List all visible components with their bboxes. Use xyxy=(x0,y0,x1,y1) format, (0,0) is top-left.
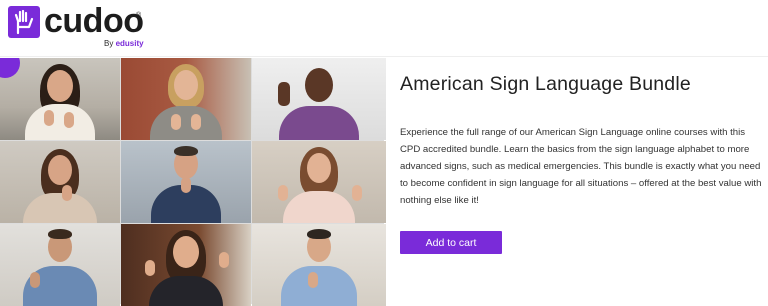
video-tile-man-blue-shirt xyxy=(252,224,386,306)
header-divider xyxy=(0,56,768,57)
add-to-cart-button[interactable]: Add to cart xyxy=(400,231,502,254)
product-image-collage xyxy=(0,58,386,306)
video-tile-man-purple-shirt xyxy=(252,58,386,140)
product-title: American Sign Language Bundle xyxy=(400,73,691,95)
video-tile-woman-pink xyxy=(252,141,386,223)
byline-prefix: By xyxy=(104,39,114,48)
video-tile-woman-office xyxy=(0,58,120,140)
video-tile-smiling-woman xyxy=(121,224,251,306)
logo-wordmark: cudoo xyxy=(44,2,144,40)
product-description: Experience the full range of our America… xyxy=(400,127,762,206)
video-tile-blonde-woman xyxy=(121,58,251,140)
product-details: American Sign Language Bundle Experience… xyxy=(384,58,768,304)
site-header: cudoo ® By edusity xyxy=(0,0,768,56)
registered-mark: ® xyxy=(136,12,142,19)
video-tile-bearded-man xyxy=(0,224,120,306)
byline-brand: edusity xyxy=(115,39,144,48)
logo-byline: By edusity xyxy=(104,39,144,49)
video-tile-woman-cardigan xyxy=(0,141,120,223)
video-tile-man-glasses xyxy=(121,141,251,223)
hand-sign-icon xyxy=(8,6,40,38)
cudoo-logo[interactable]: cudoo ® By edusity xyxy=(8,2,148,50)
